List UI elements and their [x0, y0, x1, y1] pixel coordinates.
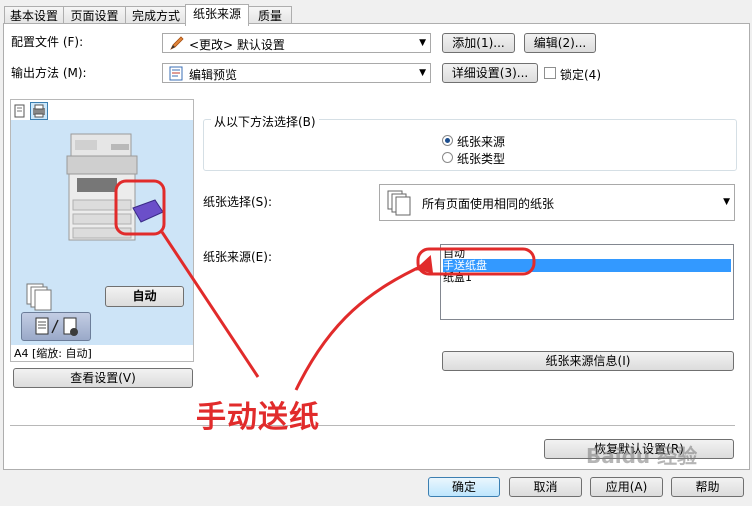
tab-paper-source[interactable]: 纸张来源	[185, 4, 249, 26]
annotation-label: 手动送纸	[196, 400, 320, 435]
annotation-overlay	[114, 179, 536, 391]
watermark: Baidu 经验	[586, 444, 698, 468]
